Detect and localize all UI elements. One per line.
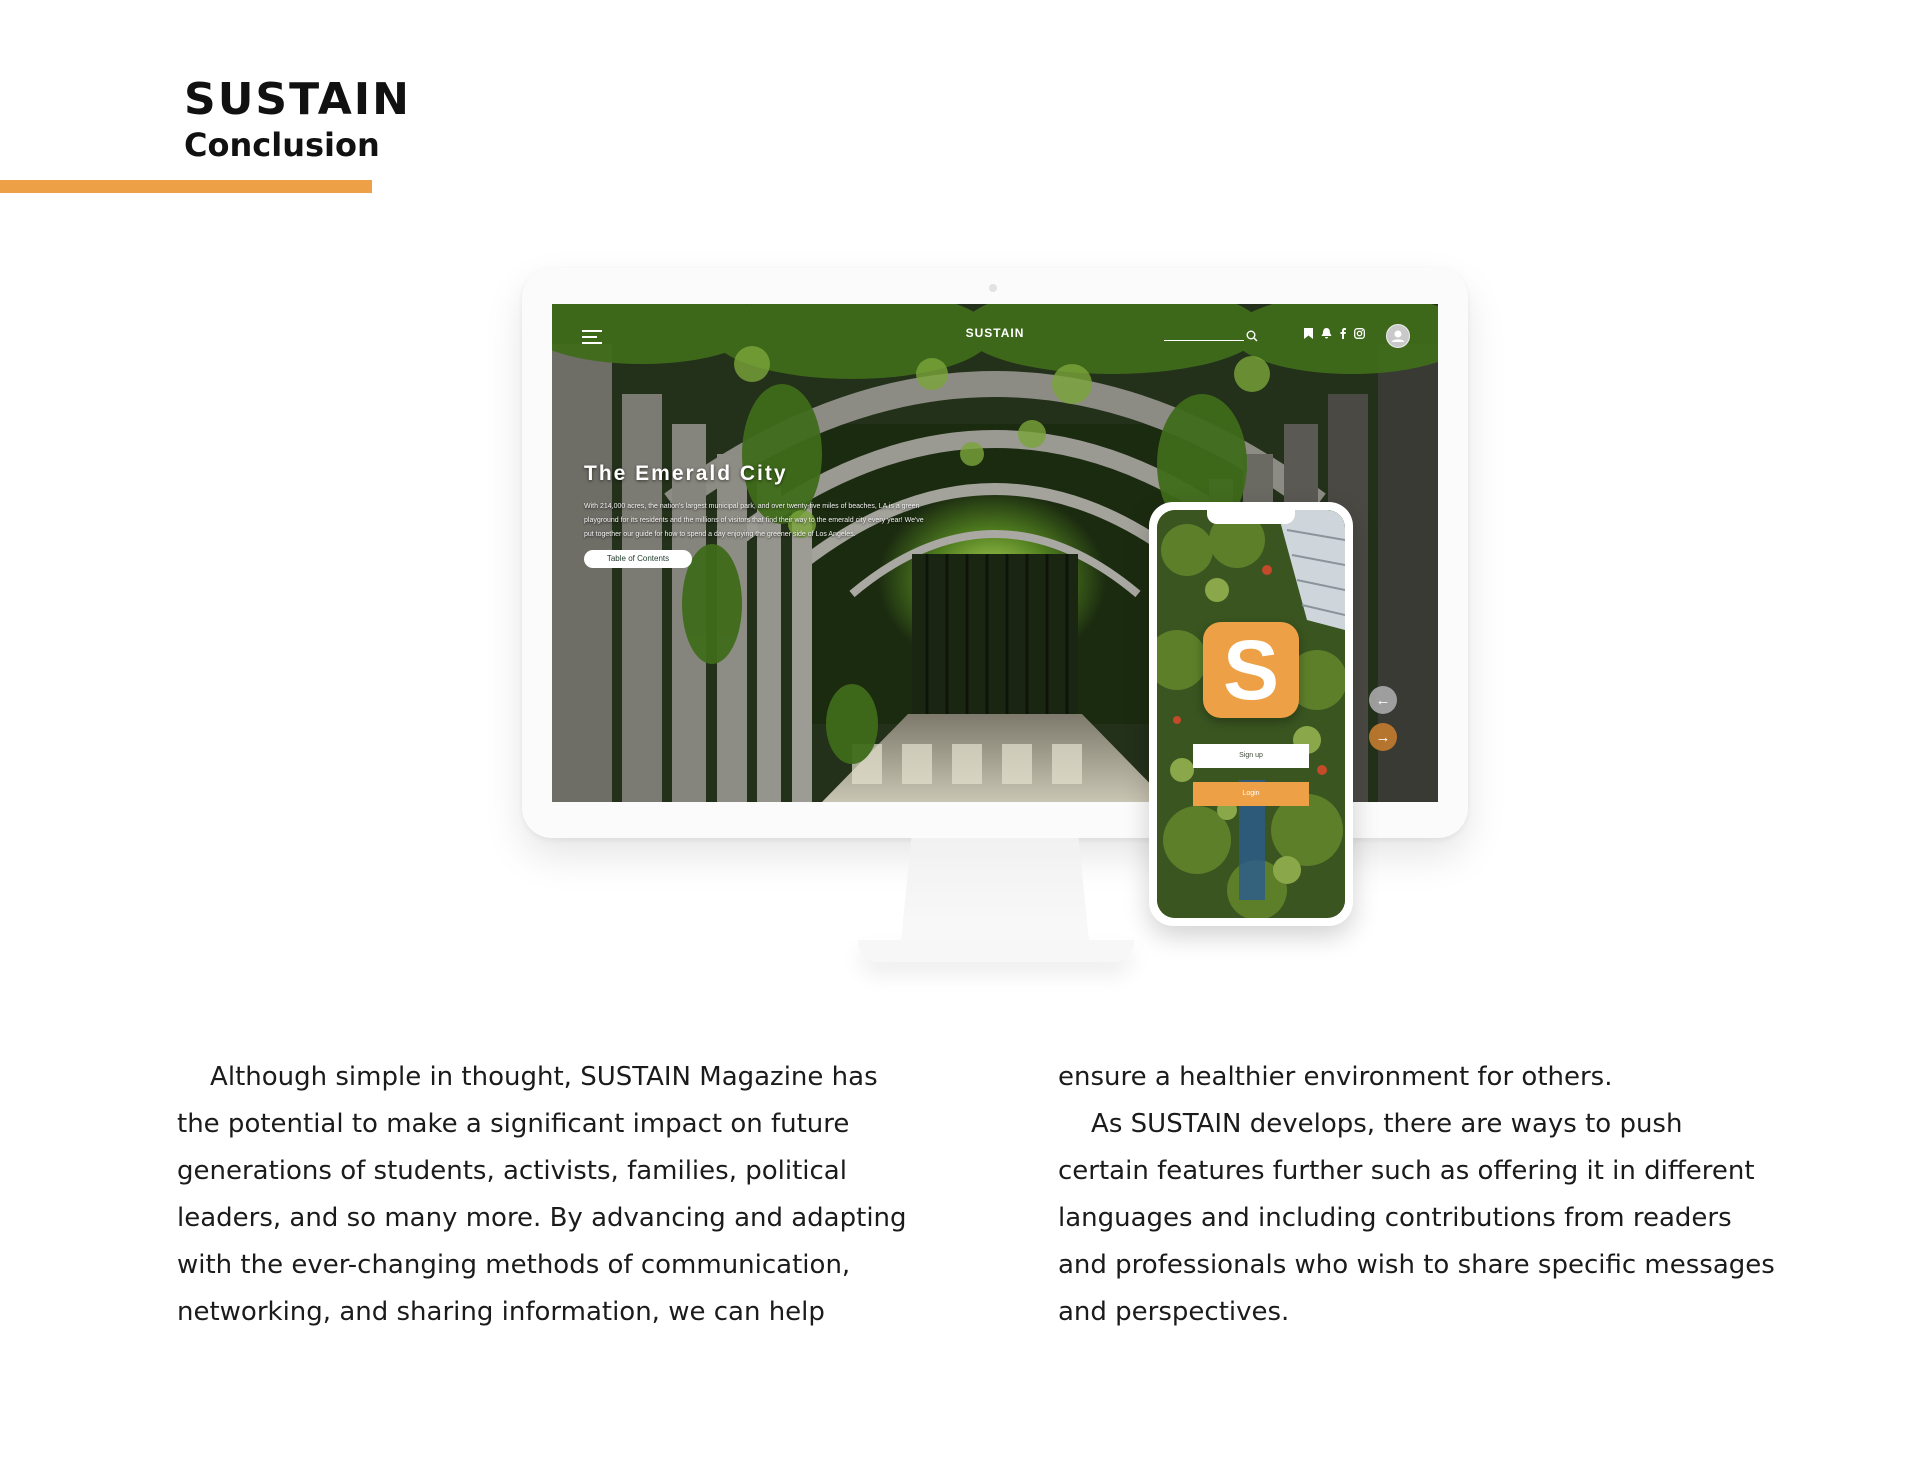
monitor-stand xyxy=(900,838,1090,950)
bookmark-icon[interactable] xyxy=(1304,328,1313,339)
monitor-camera xyxy=(989,284,997,292)
body-line: with the ever-changing methods of commun… xyxy=(177,1250,851,1280)
page-subtitle: Conclusion xyxy=(184,126,380,164)
body-line: networking, and sharing information, we … xyxy=(177,1297,825,1327)
body-line: Although simple in thought, SUSTAIN Maga… xyxy=(177,1062,878,1092)
phone-notch xyxy=(1207,510,1295,524)
instagram-icon[interactable] xyxy=(1354,328,1365,339)
sustain-app-icon: S xyxy=(1203,622,1299,718)
login-button[interactable]: Login xyxy=(1193,782,1309,806)
table-of-contents-button[interactable]: Table of Contents xyxy=(584,550,692,568)
body-line: ensure a healthier environment for other… xyxy=(1058,1062,1613,1092)
hero-description: With 214,000 acres, the nation's largest… xyxy=(584,503,924,538)
facebook-icon[interactable] xyxy=(1340,328,1346,339)
body-text-right-column: ensure a healthier environment for other… xyxy=(1058,1054,1778,1336)
accent-bar xyxy=(0,180,372,193)
bell-icon[interactable] xyxy=(1321,328,1332,339)
body-line: languages and including contributions fr… xyxy=(1058,1203,1732,1233)
body-line: and perspectives. xyxy=(1058,1297,1290,1327)
body-line: and professionals who wish to share spec… xyxy=(1058,1250,1775,1280)
user-avatar-icon[interactable] xyxy=(1386,324,1410,348)
body-line: As SUSTAIN develops, there are ways to p… xyxy=(1058,1109,1683,1139)
body-text-left-column: Although simple in thought, SUSTAIN Maga… xyxy=(177,1054,907,1336)
body-line: leaders, and so many more. By advancing … xyxy=(177,1203,907,1233)
mobile-app-screen: S Sign up Login xyxy=(1157,510,1345,918)
monitor-stand-base xyxy=(858,940,1134,962)
search-icon[interactable] xyxy=(1246,330,1258,342)
nav-icons xyxy=(1304,328,1365,339)
search-input[interactable] xyxy=(1164,340,1244,341)
carousel-next-button[interactable]: → xyxy=(1369,723,1397,751)
page-title: SUSTAIN xyxy=(184,74,411,125)
carousel-prev-button[interactable]: ← xyxy=(1369,686,1397,714)
hero-title: The Emerald City xyxy=(584,462,788,485)
phone-mockup: S Sign up Login xyxy=(1149,502,1353,926)
sign-up-button[interactable]: Sign up xyxy=(1193,744,1309,768)
body-line: certain features further such as offerin… xyxy=(1058,1156,1755,1186)
body-line: the potential to make a significant impa… xyxy=(177,1109,850,1139)
body-line: generations of students, activists, fami… xyxy=(177,1156,847,1186)
